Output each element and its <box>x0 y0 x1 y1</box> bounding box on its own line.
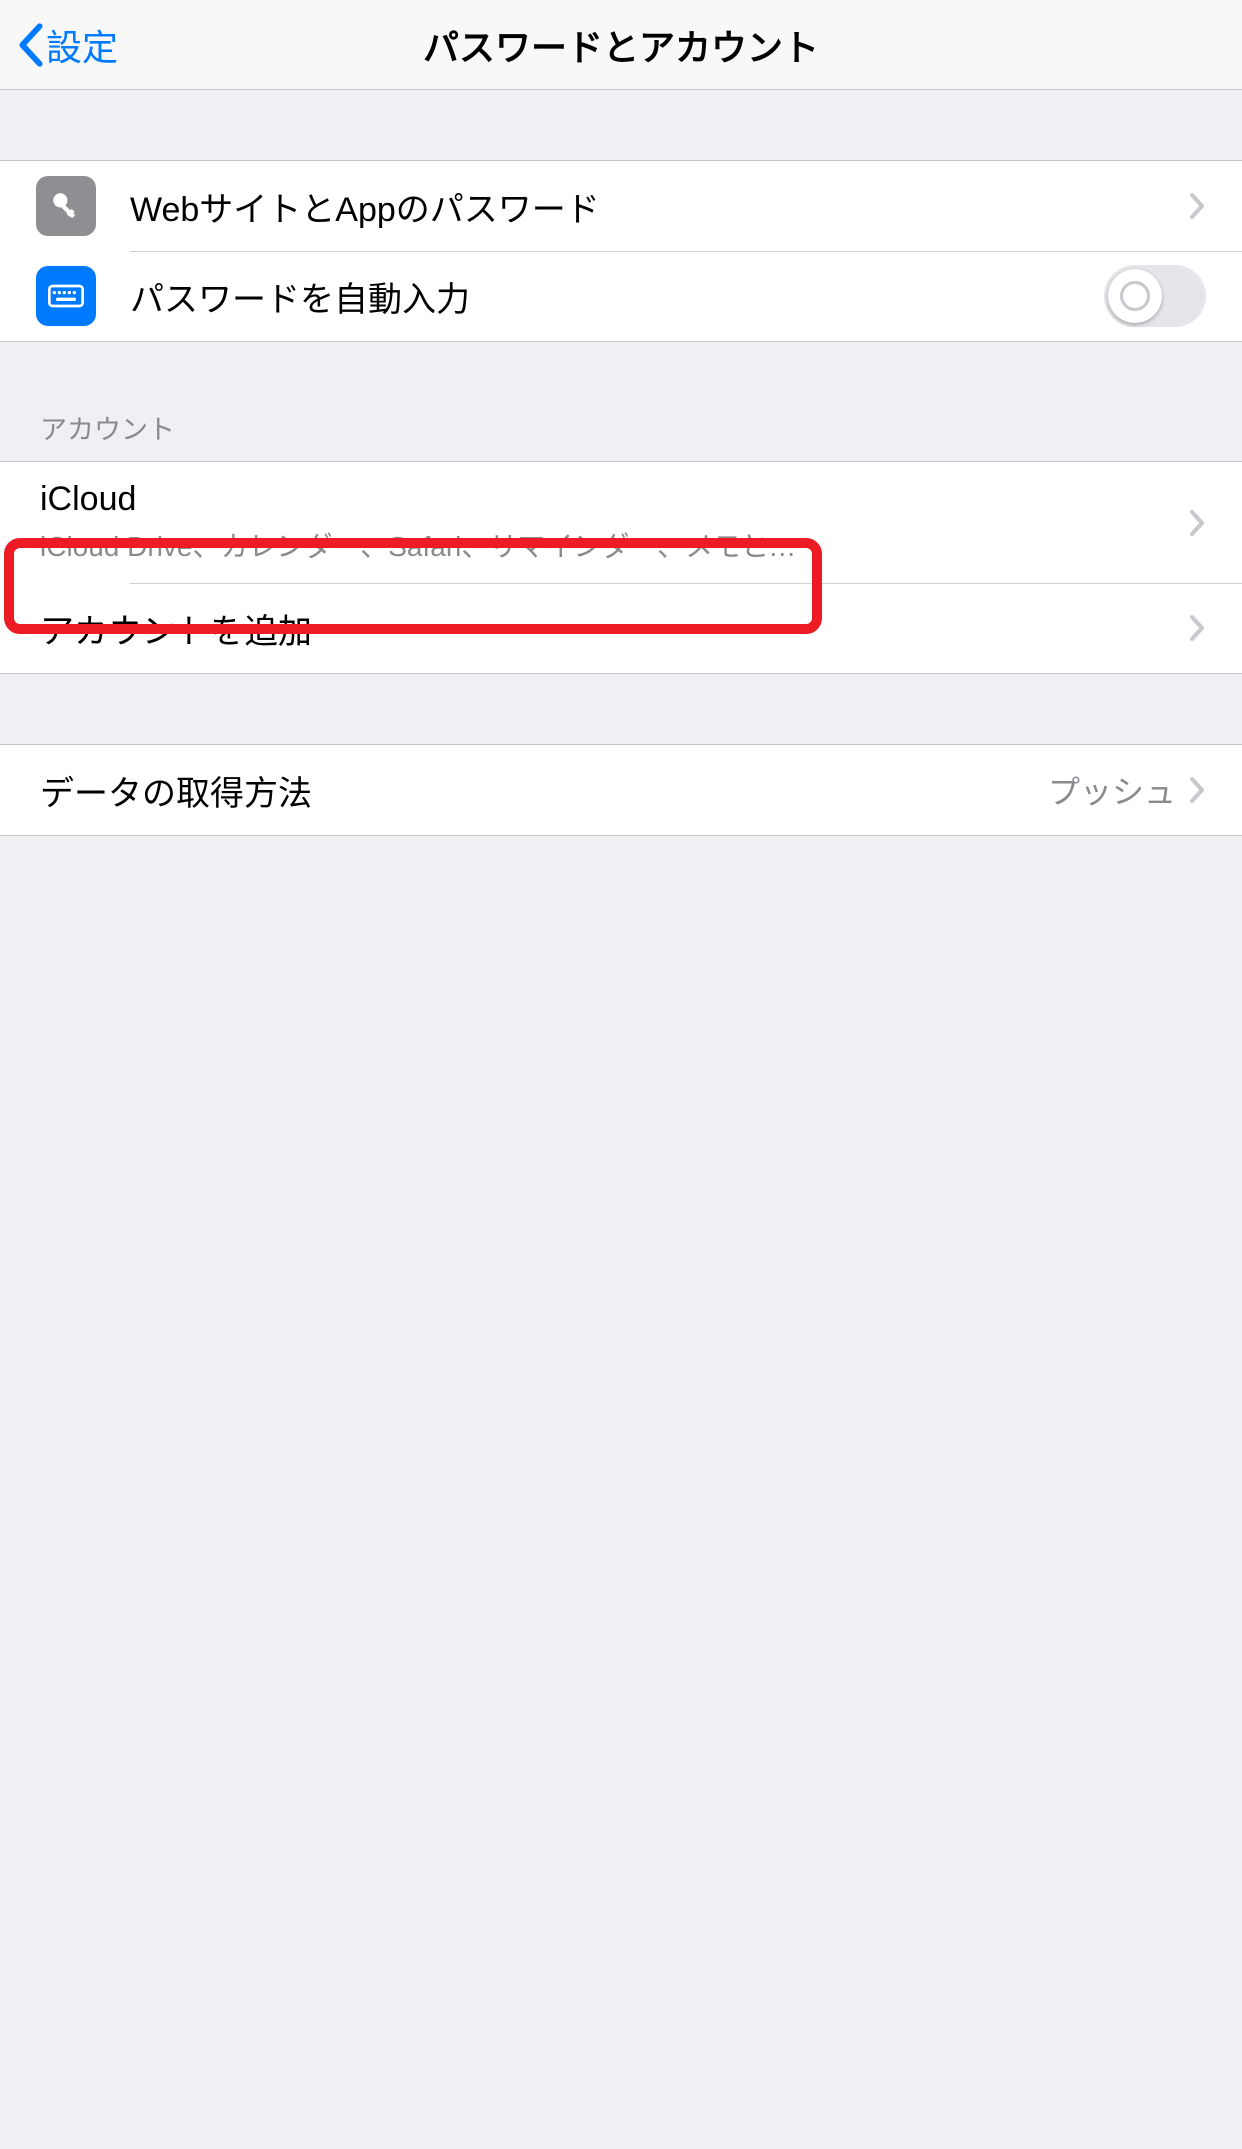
page-title: パスワードとアカウント <box>0 19 1242 71</box>
chevron-right-icon <box>1188 613 1206 643</box>
autofill-toggle[interactable] <box>1104 265 1206 327</box>
add-account-label: アカウントを追加 <box>40 604 1188 653</box>
keyboard-icon <box>36 266 96 326</box>
add-account-row[interactable]: アカウントを追加 <box>0 583 1242 673</box>
chevron-right-icon <box>1188 191 1206 221</box>
back-label: 設定 <box>46 19 118 71</box>
back-button[interactable]: 設定 <box>0 19 118 71</box>
fetch-label: データの取得方法 <box>40 766 1048 815</box>
navbar: 設定 パスワードとアカウント <box>0 0 1242 90</box>
autofill-passwords-label: パスワードを自動入力 <box>130 272 1104 321</box>
icloud-account-row[interactable]: iCloud iCloud Drive、カレンダー、Safari、リマインダー、… <box>0 462 1242 583</box>
website-app-passwords-label: WebサイトとAppのパスワード <box>130 182 1188 231</box>
chevron-right-icon <box>1188 775 1206 805</box>
key-icon <box>36 176 96 236</box>
fetch-new-data-row[interactable]: データの取得方法 プッシュ <box>0 745 1242 835</box>
accounts-section-header: アカウント <box>0 394 1242 461</box>
icloud-subtitle: iCloud Drive、カレンダー、Safari、リマインダー、メモとその他1… <box>40 525 800 565</box>
accounts-group: iCloud iCloud Drive、カレンダー、Safari、リマインダー、… <box>0 461 1242 674</box>
passwords-group: WebサイトとAppのパスワード パスワードを自動入力 <box>0 160 1242 342</box>
fetch-group: データの取得方法 プッシュ <box>0 744 1242 836</box>
chevron-right-icon <box>1188 508 1206 538</box>
website-app-passwords-row[interactable]: WebサイトとAppのパスワード <box>0 161 1242 251</box>
icloud-title: iCloud <box>40 480 1188 519</box>
fetch-value: プッシュ <box>1048 767 1176 813</box>
autofill-passwords-row: パスワードを自動入力 <box>0 251 1242 341</box>
chevron-left-icon <box>18 23 44 67</box>
